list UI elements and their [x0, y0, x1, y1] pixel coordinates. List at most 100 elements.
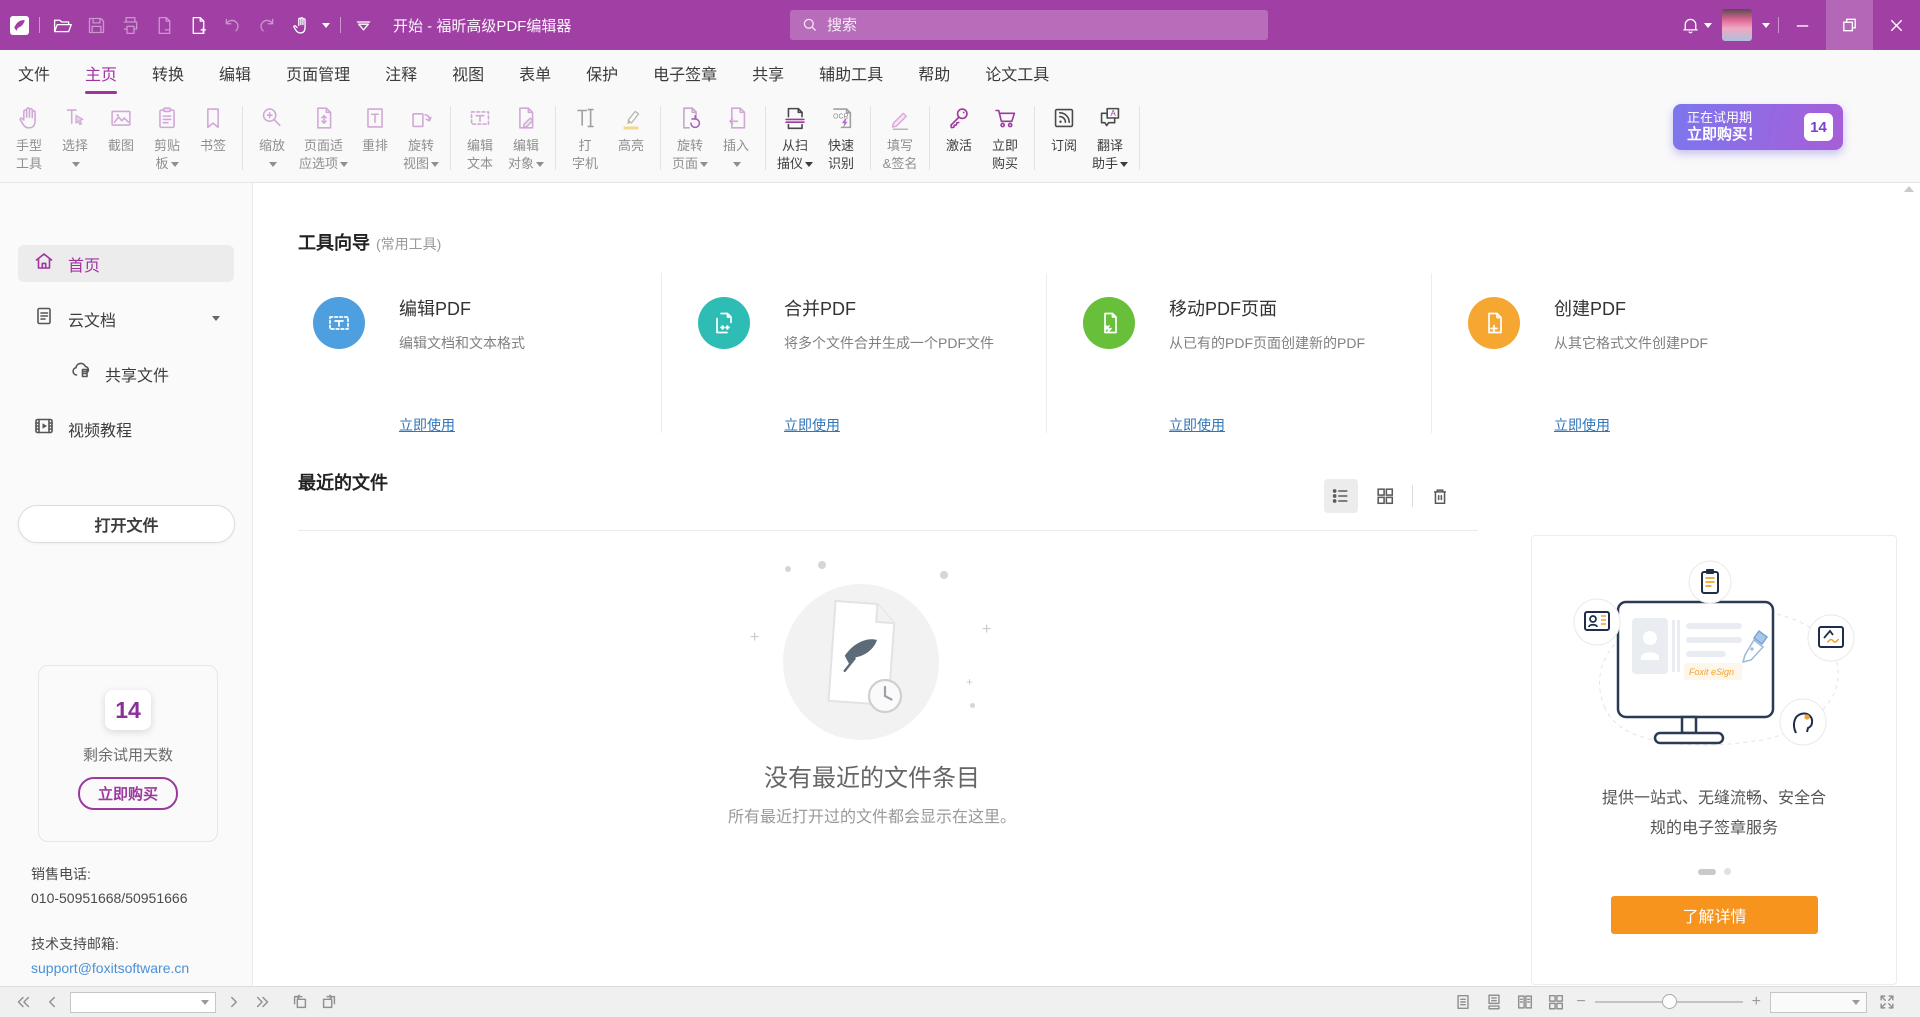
ribbon-button-insert-pages[interactable]: 插入 — [713, 103, 759, 174]
previous-view-button[interactable] — [289, 991, 311, 1013]
new-document-icon[interactable] — [186, 13, 210, 37]
menu-tab-注释[interactable]: 注释 — [385, 61, 417, 85]
carousel-dot-active[interactable] — [1698, 869, 1716, 875]
scroll-up-arrow-icon[interactable] — [1904, 186, 1914, 192]
menu-tab-辅助工具[interactable]: 辅助工具 — [819, 61, 883, 85]
collapse-toolbar-icon[interactable] — [351, 13, 375, 37]
sidebar-item-shared-files[interactable]: 共享文件 — [18, 355, 234, 392]
hand-tool-caret-icon[interactable] — [322, 23, 330, 28]
zoom-level-combobox[interactable] — [1770, 992, 1867, 1013]
ribbon-button-edit-text[interactable]: 编辑文本 — [457, 103, 503, 174]
restore-button[interactable] — [1826, 0, 1873, 50]
ribbon-button-rotate-view[interactable]: 旋转视图 — [398, 103, 444, 174]
next-view-button[interactable] — [318, 991, 340, 1013]
minimize-button[interactable] — [1779, 0, 1826, 50]
search-input[interactable] — [827, 17, 1256, 34]
trial-badge[interactable]: 正在试用期 立即购买！ 14 — [1673, 104, 1843, 150]
menu-tab-论文工具[interactable]: 论文工具 — [985, 61, 1049, 85]
list-view-button[interactable] — [1324, 479, 1358, 513]
page-number-input[interactable] — [77, 995, 201, 1009]
ribbon-button-snapshot[interactable]: 截图 — [98, 103, 144, 156]
menu-tab-视图[interactable]: 视图 — [452, 61, 484, 85]
carousel-dot[interactable] — [1724, 868, 1731, 875]
page-number-combobox[interactable] — [70, 992, 216, 1013]
menu-tab-表单[interactable]: 表单 — [519, 61, 551, 85]
menu-tab-编辑[interactable]: 编辑 — [219, 61, 251, 85]
ribbon-button-clipboard[interactable]: 剪贴板 — [144, 103, 190, 174]
open-file-button[interactable]: 打开文件 — [18, 505, 235, 543]
ribbon-button-from-scanner[interactable]: 从扫描仪 — [772, 103, 818, 174]
main-content: 工具向导(常用工具) 编辑PDF编辑文档和文本格式立即使用合并PDF将多个文件合… — [254, 183, 1920, 986]
ribbon-button-reflow[interactable]: 重排 — [352, 103, 398, 156]
ribbon-button-rotate-pages[interactable]: 旋转页面 — [667, 103, 713, 174]
redo-icon[interactable] — [254, 13, 278, 37]
ribbon-label: 编辑 — [513, 137, 539, 155]
zoom-slider-thumb[interactable] — [1662, 994, 1677, 1009]
menu-tab-主页[interactable]: 主页 — [85, 61, 117, 85]
menu-tab-帮助[interactable]: 帮助 — [918, 61, 950, 85]
menu-tab-电子签章[interactable]: 电子签章 — [653, 61, 717, 85]
support-email-link[interactable]: support@foxitsoftware.cn — [31, 956, 189, 980]
save-icon[interactable] — [84, 13, 108, 37]
zoom-level-input[interactable] — [1777, 995, 1852, 1009]
close-button[interactable] — [1873, 0, 1920, 50]
ribbon-button-subscribe[interactable]: 订阅 — [1041, 103, 1087, 156]
dropdown-caret-icon — [340, 162, 348, 167]
menu-tab-页面管理[interactable]: 页面管理 — [286, 61, 350, 85]
ribbon-button-hand-tool[interactable]: 手型工具 — [6, 103, 52, 174]
user-avatar[interactable] — [1722, 9, 1752, 41]
menu-tab-转换[interactable]: 转换 — [152, 61, 184, 85]
ribbon-button-select[interactable]: 选择 — [52, 103, 98, 174]
page-combo-caret-icon[interactable] — [201, 1000, 209, 1005]
menu-tab-文件[interactable]: 文件 — [18, 61, 50, 85]
next-page-button[interactable] — [223, 991, 245, 1013]
last-page-button[interactable] — [252, 991, 274, 1013]
fullscreen-button[interactable] — [1876, 991, 1898, 1013]
sidebar-item-home[interactable]: 首页 — [18, 245, 234, 282]
sidebar-item-video-tutorials[interactable]: 视频教程 — [18, 410, 234, 447]
previous-page-button[interactable] — [41, 991, 63, 1013]
buy-now-button[interactable]: 立即购买 — [78, 777, 178, 810]
ribbon-button-activate[interactable]: 激活 — [936, 103, 982, 156]
ribbon-button-page-fit-options[interactable]: 页面适应选项 — [295, 103, 352, 174]
ribbon-button-edit-object[interactable]: 编辑对象 — [503, 103, 549, 174]
open-file-icon[interactable] — [50, 13, 74, 37]
use-now-link[interactable]: 立即使用 — [784, 415, 840, 435]
single-page-view-button[interactable] — [1452, 991, 1474, 1013]
expand-caret-icon[interactable] — [212, 316, 220, 321]
ribbon-button-translate-assistant[interactable]: A翻译助手 — [1087, 103, 1133, 174]
zoom-combo-caret-icon[interactable] — [1852, 1000, 1860, 1005]
print-icon[interactable] — [118, 13, 142, 37]
first-page-button[interactable] — [12, 991, 34, 1013]
notifications-bell-icon[interactable] — [1678, 13, 1702, 37]
search-box[interactable] — [790, 10, 1268, 40]
ribbon-button-buy-now[interactable]: 立即购买 — [982, 103, 1028, 174]
undo-icon[interactable] — [220, 13, 244, 37]
continuous-view-button[interactable] — [1483, 991, 1505, 1013]
tools-heading-text: 工具向导 — [298, 233, 370, 253]
zoom-slider[interactable] — [1595, 1001, 1743, 1003]
ribbon-button-highlight[interactable]: 高亮 — [608, 103, 654, 156]
menu-tab-保护[interactable]: 保护 — [586, 61, 618, 85]
ribbon-button-zoom[interactable]: 缩放 — [249, 103, 295, 174]
learn-more-button[interactable]: 了解详情 — [1611, 896, 1818, 934]
use-now-link[interactable]: 立即使用 — [399, 415, 455, 435]
facing-view-button[interactable] — [1514, 991, 1536, 1013]
zoom-out-button[interactable]: − — [1576, 994, 1585, 1010]
sidebar-item-cloud-docs[interactable]: 云文档 — [18, 300, 234, 337]
facing-continuous-view-button[interactable] — [1545, 991, 1567, 1013]
use-now-link[interactable]: 立即使用 — [1169, 415, 1225, 435]
ribbon-button-fill-sign[interactable]: 填写&签名 — [877, 103, 923, 174]
use-now-link[interactable]: 立即使用 — [1554, 415, 1610, 435]
ribbon-button-quick-ocr[interactable]: OCR快速识别 — [818, 103, 864, 174]
grid-view-button[interactable] — [1368, 479, 1402, 513]
hand-pointer-icon[interactable] — [288, 13, 312, 37]
menu-tab-共享[interactable]: 共享 — [752, 61, 784, 85]
delete-pages-icon[interactable] — [152, 13, 176, 37]
ribbon-button-typewriter[interactable]: 打字机 — [562, 103, 608, 174]
account-caret-icon[interactable] — [1762, 23, 1770, 28]
notifications-caret-icon[interactable] — [1704, 23, 1712, 28]
clear-recent-trash-button[interactable] — [1423, 479, 1457, 513]
ribbon-button-bookmark[interactable]: 书签 — [190, 103, 236, 156]
zoom-in-button[interactable]: + — [1752, 994, 1761, 1010]
